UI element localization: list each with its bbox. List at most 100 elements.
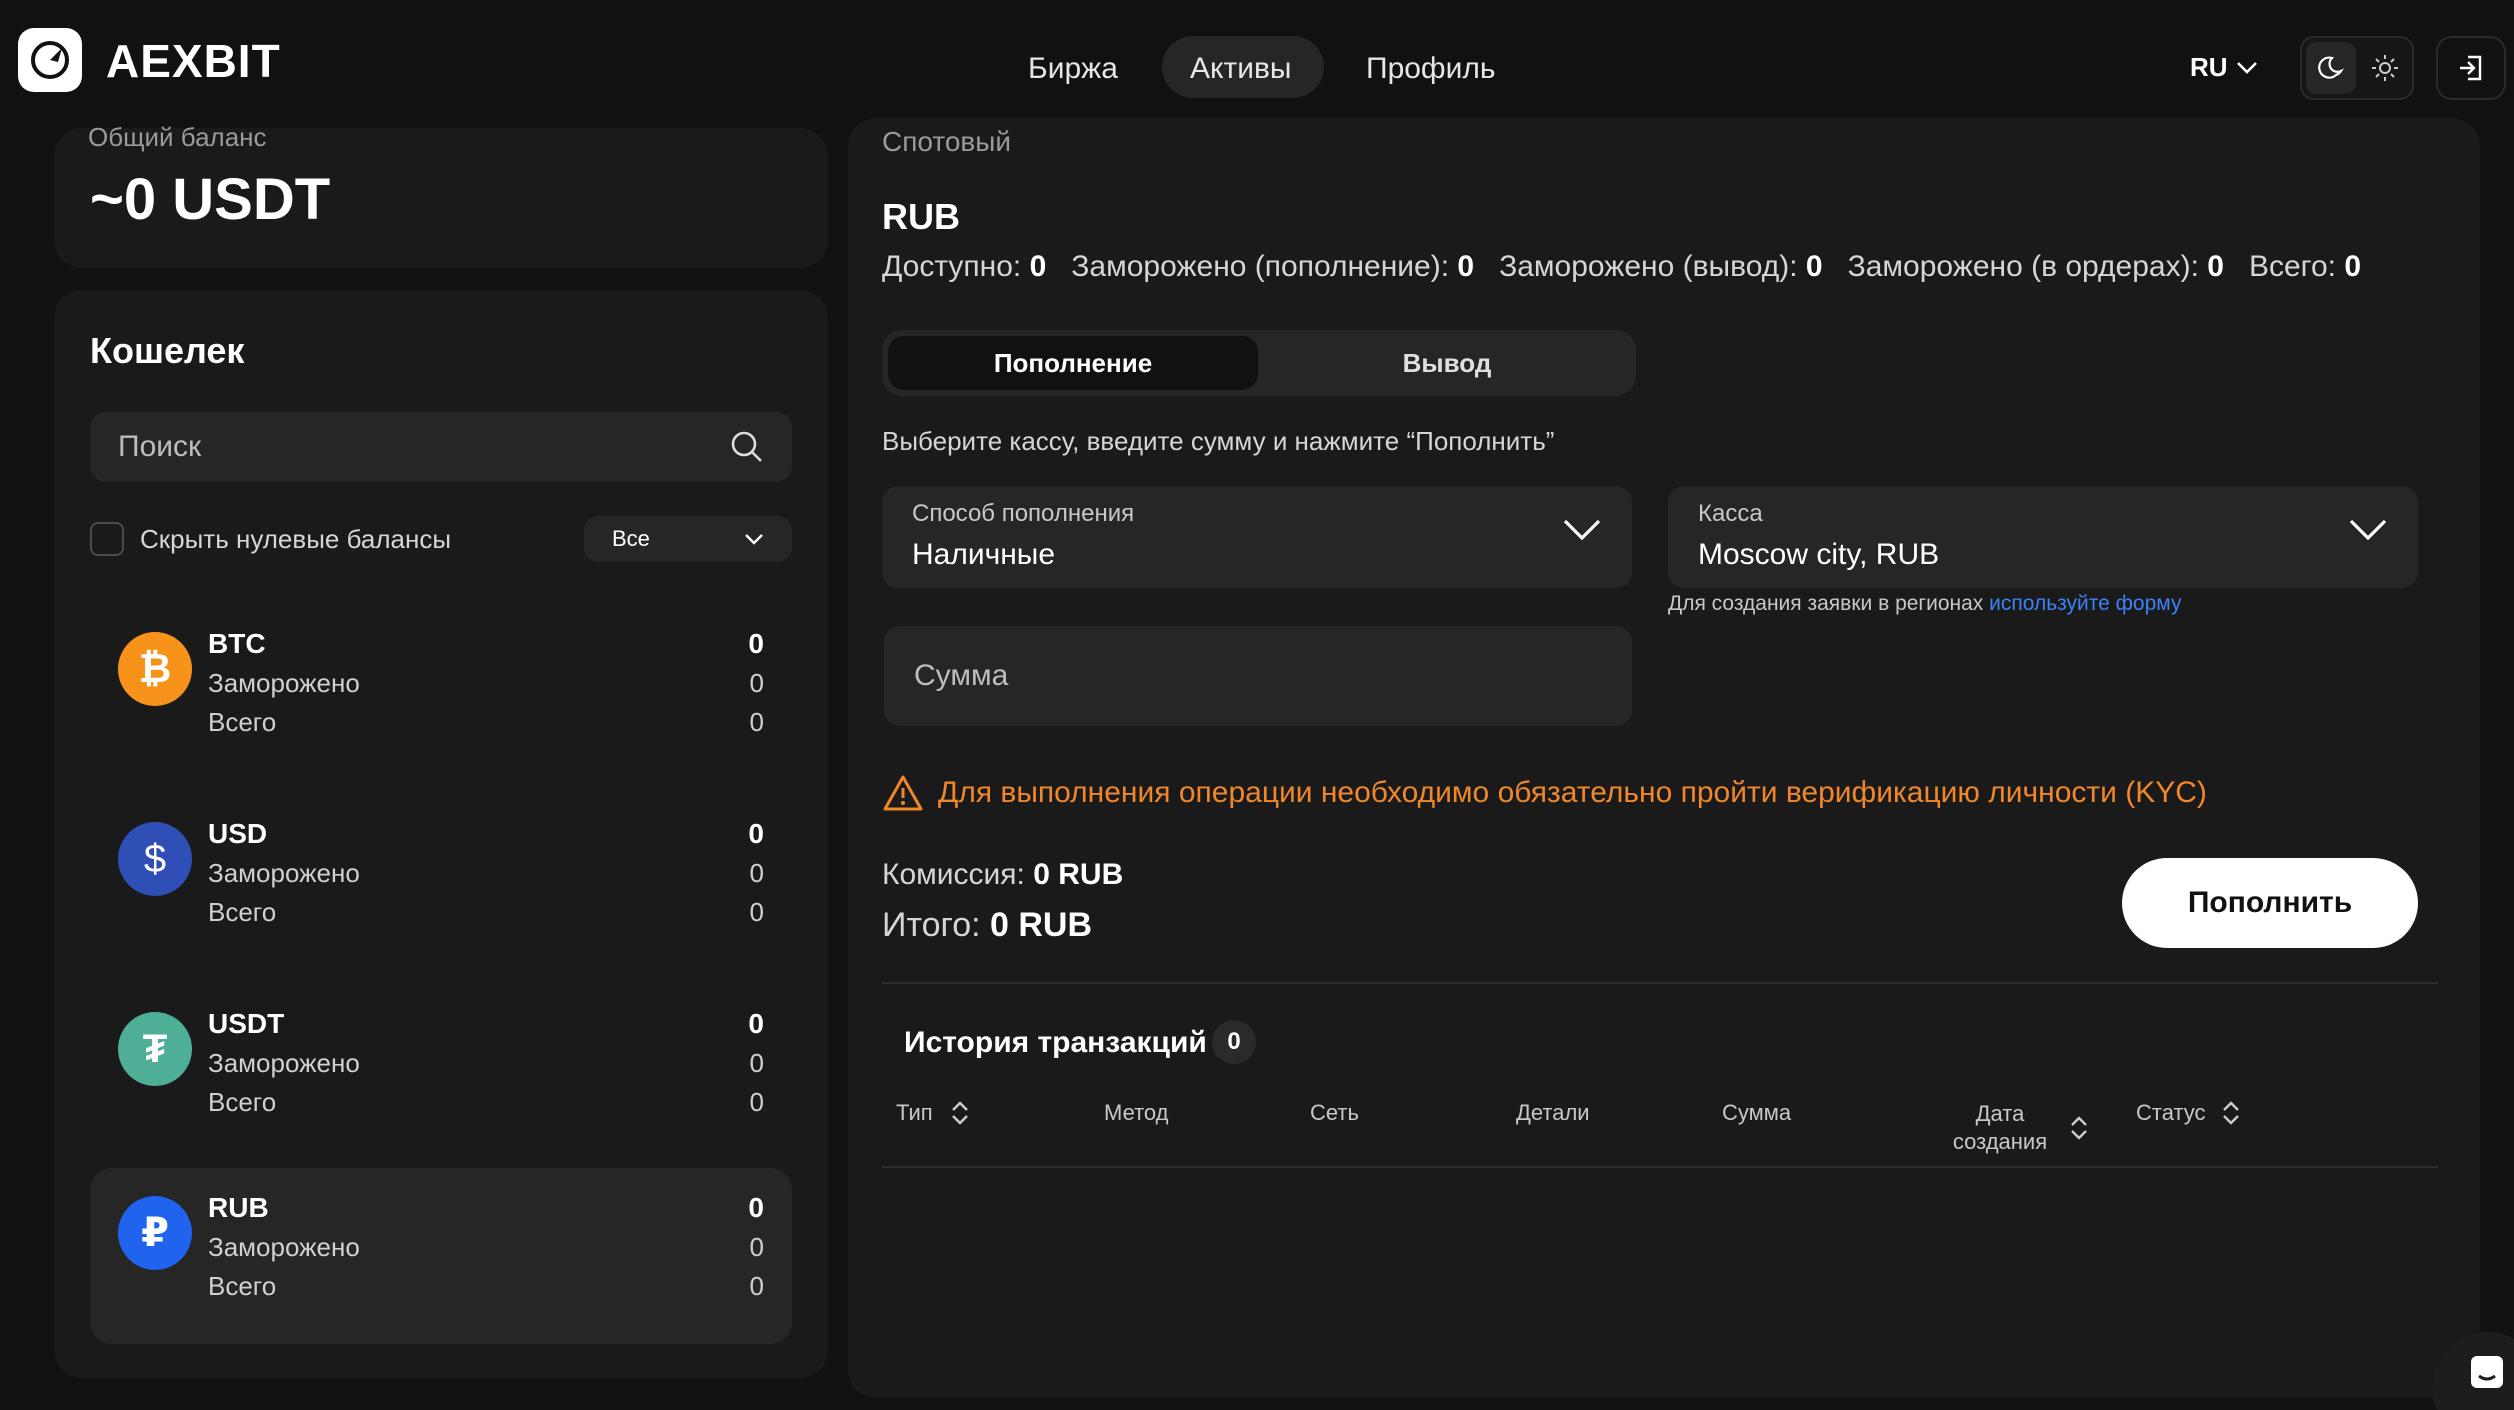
nav-exchange[interactable]: Биржа [1028, 52, 1118, 86]
brand-name: AEXBIT [106, 35, 281, 87]
stat-value: 0 [1805, 250, 1823, 283]
language-selector[interactable]: RU [2190, 52, 2258, 83]
asset-balance: 0 [748, 1008, 764, 1039]
hide-zero-checkbox[interactable] [90, 522, 124, 556]
hide-zero-label: Скрыть нулевые балансы [140, 524, 452, 554]
asset-name: RUB [208, 1192, 269, 1223]
amount-placeholder: Сумма [914, 659, 1009, 692]
asset-filter-select[interactable]: Все [584, 516, 792, 562]
nav-profile[interactable]: Профиль [1366, 52, 1496, 86]
stat-label: Всего: [2248, 250, 2336, 283]
total-line: Итого: 0 RUB [882, 906, 1092, 945]
stat-value: 0 [1457, 250, 1475, 283]
tab-withdraw[interactable]: Вывод [1262, 336, 1632, 390]
cashbox-label: Касса [1698, 500, 1763, 527]
stat-label: Заморожено (в ордерах): [1847, 250, 2199, 283]
asset-balance: 0 [748, 818, 764, 849]
stat-label: Доступно: [882, 250, 1022, 283]
asset-total-label: Всего [208, 707, 277, 737]
warning-icon [883, 775, 923, 811]
asset-name: USD [208, 818, 268, 849]
cashbox-value: Moscow city, RUB [1698, 538, 1940, 571]
asset-frozen-label: Заморожено [208, 1232, 360, 1262]
asset-name: BTC [208, 628, 266, 659]
stat-label: Заморожено (вывод): [1499, 250, 1798, 283]
dollar-icon: $ [118, 822, 192, 896]
asset-frozen-value: 0 [749, 1232, 764, 1262]
section-label: Спотовый [882, 126, 1012, 157]
col-network: Сеть [1310, 1100, 1359, 1125]
region-note: Для создания заявки в регионах используй… [1668, 592, 2181, 616]
chevron-down-icon [2236, 61, 2257, 74]
asset-frozen-label: Заморожено [208, 668, 360, 698]
region-note-text: Для создания заявки в регионах [1668, 592, 1984, 615]
fee-label: Комиссия: [882, 858, 1025, 891]
chevron-down-icon [1563, 519, 1601, 541]
currency-title: RUB [882, 196, 960, 237]
filter-value: Все [612, 526, 650, 551]
balance-stats: Доступно: 0 Заморожено (пополнение): 0 З… [882, 250, 2361, 284]
col-amount: Сумма [1722, 1100, 1792, 1125]
stat-value: 0 [2344, 250, 2362, 283]
asset-total-label: Всего [208, 897, 277, 927]
method-value: Наличные [912, 538, 1056, 571]
kyc-warning-text: Для выполнения операции необходимо обяза… [938, 776, 2207, 809]
asset-frozen-value: 0 [749, 668, 764, 698]
col-type[interactable]: Тип [896, 1100, 969, 1126]
light-theme-button[interactable] [2360, 42, 2410, 94]
region-form-link[interactable]: используйте форму [1989, 592, 2181, 615]
asset-frozen-value: 0 [749, 858, 764, 888]
stat-value: 0 [2207, 250, 2224, 283]
asset-total-label: Всего [208, 1087, 277, 1117]
divider [882, 982, 2438, 984]
col-status-label: Статус [2136, 1100, 2206, 1125]
asset-frozen-label: Заморожено [208, 858, 360, 888]
table-header-divider [882, 1166, 2438, 1168]
deposit-submit-button[interactable]: Пополнить [2122, 858, 2418, 948]
logout-icon [2460, 55, 2482, 81]
fee-value: 0 RUB [1033, 858, 1124, 891]
stat-label: Заморожено (пополнение): [1071, 250, 1450, 283]
tab-deposit[interactable]: Пополнение [888, 336, 1258, 390]
total-label: Итого: [882, 906, 981, 944]
asset-row-rub[interactable]: ₽ RUB Заморожено Всего 0 0 0 [90, 1168, 792, 1344]
col-date-label: Дата создания [1952, 1101, 2048, 1154]
dark-theme-button[interactable] [2306, 42, 2356, 94]
asset-frozen-label: Заморожено [208, 1048, 360, 1078]
search-placeholder: Поиск [118, 430, 202, 463]
asset-total-value: 0 [749, 897, 764, 927]
col-details: Детали [1516, 1100, 1590, 1125]
amount-input[interactable]: Сумма [884, 626, 1632, 726]
asset-row-usdt[interactable]: ₮ USDT Заморожено Всего 0 0 0 [90, 984, 792, 1160]
sort-icon [951, 1101, 968, 1125]
asset-frozen-value: 0 [749, 1048, 764, 1078]
asset-total-value: 0 [749, 1087, 764, 1117]
sort-icon [2071, 1116, 2087, 1140]
search-input[interactable]: Поиск [90, 412, 792, 482]
nav-assets[interactable]: Активы [1190, 52, 1291, 86]
stat-value: 0 [1029, 250, 1047, 283]
asset-name: USDT [208, 1008, 285, 1039]
method-label: Способ пополнения [912, 500, 1135, 527]
history-title: История транзакций [904, 1026, 1207, 1059]
tether-icon: ₮ [118, 1012, 192, 1086]
method-select[interactable]: Способ пополнения Наличные [882, 486, 1632, 588]
logout-button[interactable] [2436, 36, 2506, 100]
col-date[interactable]: Дата создания [1946, 1100, 2088, 1156]
logo[interactable] [18, 28, 82, 92]
fee-line: Комиссия: 0 RUB [882, 858, 1123, 892]
col-type-label: Тип [896, 1100, 933, 1125]
asset-balance: 0 [748, 628, 764, 659]
moon-icon [2318, 56, 2344, 79]
search-icon [731, 431, 762, 462]
kyc-warning: Для выполнения операции необходимо обяза… [882, 774, 2207, 812]
col-status[interactable]: Статус [2136, 1100, 2240, 1126]
instruction-text: Выберите кассу, введите сумму и нажмите … [882, 426, 1555, 456]
history-count-badge: 0 [1212, 1020, 1256, 1064]
asset-row-btc[interactable]: ₿ BTC Заморожено Всего 0 0 0 [90, 604, 792, 780]
cashbox-select[interactable]: Касса Moscow city, RUB [1668, 486, 2418, 588]
deposit-panel [848, 118, 2480, 1398]
asset-row-usd[interactable]: $ USD Заморожено Всего 0 0 0 [90, 794, 792, 970]
bitcoin-icon: ₿ [118, 632, 192, 706]
balance-label: Общий баланс [88, 122, 267, 152]
